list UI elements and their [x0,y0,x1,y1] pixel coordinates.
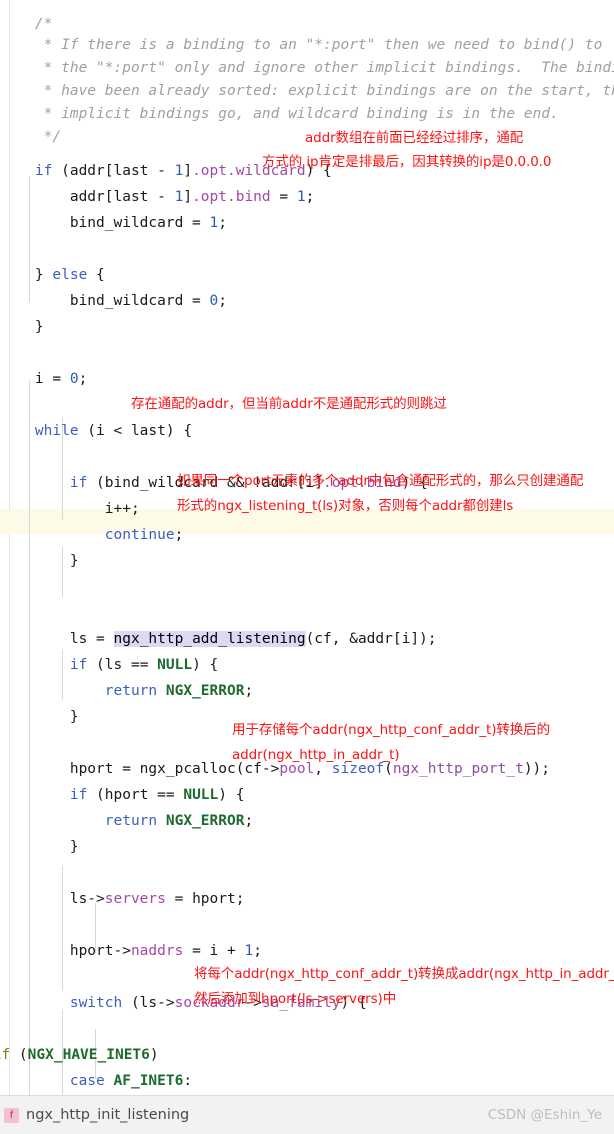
code-line: } [0,839,79,855]
code-comment: * implicit bindings go, and wildcard bin… [0,106,559,122]
code-line: bind_wildcard = 1; [0,215,227,231]
code-line: #if (NGX_HAVE_INET6) [0,1047,159,1063]
code-line: } else { [0,267,105,283]
code-line: return NGX_ERROR; [0,683,254,699]
current-function-name[interactable]: ngx_http_init_listening [26,1107,488,1123]
code-line: } [0,319,44,335]
code-comment: /* [0,16,53,32]
code-line: if (hport == NULL) { [0,787,245,803]
code-line: bind_wildcard = 0; [0,293,227,309]
code-line: } [0,553,79,569]
code-line: * implicit bindings go, and wildcard bin… [0,102,614,128]
annotation-create-listening-line2: 形式的ngx_listening_t(ls)对象，否则每个addr都创建ls [177,498,514,514]
code-screenshot: /* * If there is a binding to an "*:port… [0,0,614,1134]
code-line: i = 0; [0,371,88,387]
code-line: if (ls == NULL) { [0,657,219,673]
code-line: continue; [0,527,184,543]
code-comment: */ [0,129,62,145]
code-comment: * the "*:port" only and ignore other imp… [0,60,614,76]
annotation-create-listening-line1: 如果同一个port元素的多个addr中包含通配形式的，那么只创建通配 [177,473,584,489]
annotation-sort-order-line2: 方式的 ip肯定是排最后，因其转换的ip是0.0.0.0 [262,154,552,170]
code-line: hport->naddrs = i + 1; [0,943,262,959]
code-line-highlighted: ls = ngx_http_add_listening(cf, &addr[i]… [0,631,437,647]
code-line: * the "*:port" only and ignore other imp… [0,56,614,82]
code-line: * If there is a binding to an "*:port" t… [0,33,614,59]
code-comment: * If there is a binding to an "*:port" t… [0,37,603,53]
code-line: while (i < last) { [0,423,193,439]
annotation-store-addr-line1: 用于存储每个addr(ngx_http_conf_addr_t)转换后的 [232,722,550,738]
selected-function-token: ngx_http_add_listening [113,631,306,647]
code-comment: * have been already sorted: explicit bin… [0,83,614,99]
code-line: return NGX_ERROR; [0,813,254,829]
annotation-store-addr-line2: addr(ngx_http_in_addr_t) [232,747,400,763]
annotation-skip-nonwildcard: 存在通配的addr，但当前addr不是通配形式的则跳过 [131,396,447,412]
watermark-label: CSDN @Eshin_Ye [487,1107,602,1123]
code-line: addr[last - 1].opt.bind = 1; [0,189,315,205]
annotation-convert-addr-line1: 将每个addr(ngx_http_conf_addr_t)转换成addr(ngx… [194,966,614,982]
code-editor[interactable]: /* * If there is a binding to an "*:port… [0,0,614,1095]
code-line: case AF_INET6: [0,1073,193,1089]
code-line: * have been already sorted: explicit bin… [0,79,614,105]
status-bar: f ngx_http_init_listening CSDN @Eshin_Ye [0,1095,614,1134]
code-line: ls->servers = hport; [0,891,245,907]
function-symbol-icon: f [4,1107,19,1123]
annotation-convert-addr-line2: 然后添加到hport(ls->servers)中 [194,991,397,1007]
annotation-sort-order-line1: addr数组在前面已经经过排序，通配 [305,130,524,146]
